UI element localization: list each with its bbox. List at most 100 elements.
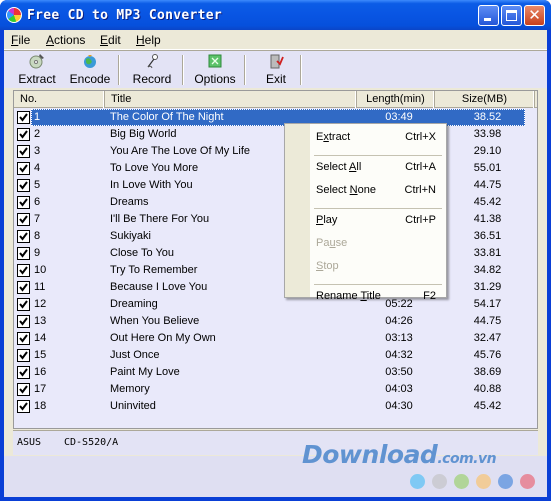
track-checkbox[interactable] [17,179,30,192]
track-row[interactable]: 9 Close To You 33.81 [14,245,537,262]
track-title: Out Here On My Own [110,332,216,344]
close-button[interactable]: ✕ [524,5,545,26]
options-icon [208,54,222,68]
track-list[interactable]: No. Title Length(min) Size(MB) 1 The Colo… [13,90,538,429]
track-checkbox[interactable] [17,230,30,243]
track-row[interactable]: 4 To Love You More 55.01 [14,160,537,177]
title-bar[interactable]: Free CD to MP3 Converter ✕ [0,0,551,30]
toolbar: Extract Encode Record Options Exit [4,50,547,88]
track-checkbox[interactable] [17,213,30,226]
track-checkbox[interactable] [17,349,30,362]
track-number: 7 [34,213,41,225]
column-header-length[interactable]: Length(min) [357,91,435,108]
track-row[interactable]: 8 Sukiyaki 36.51 [14,228,537,245]
context-menu-item-rename-title[interactable]: Rename Title F2 [316,288,440,304]
client-area: File Actions Edit Help Extract Encode Re… [4,30,547,497]
track-number: 12 [34,298,47,310]
maximize-button[interactable] [501,5,522,26]
track-row[interactable]: 16 Paint My Love 03:50 38.69 [14,364,537,381]
exit-button[interactable]: Exit [262,53,290,87]
menu-file[interactable]: File [11,33,30,47]
track-checkbox[interactable] [17,315,30,328]
track-row[interactable]: 14 Out Here On My Own 03:13 32.47 [14,330,537,347]
menu-edit[interactable]: Edit [100,33,121,47]
checkmark-icon [19,317,28,326]
track-row[interactable]: 7 I'll Be There For You 41.38 [14,211,537,228]
context-menu-item-select-all[interactable]: Select All Ctrl+A [316,159,440,175]
track-number: 1 [34,111,41,123]
checkmark-icon [19,215,28,224]
app-window: Free CD to MP3 Converter ✕ File Actions … [0,0,551,501]
track-size: 38.52 [473,111,502,123]
menu-bar: File Actions Edit Help [4,30,547,50]
menu-item-label: Select All [316,161,362,173]
track-checkbox[interactable] [17,400,30,413]
track-row[interactable]: 11 Because I Love You 31.29 [14,279,537,296]
microphone-icon [147,54,158,69]
context-menu-item-pause: Pause [316,235,440,251]
minimize-button[interactable] [478,5,499,26]
track-size: 44.75 [473,315,502,327]
encode-button[interactable]: Encode [66,53,114,87]
watermark-dot [410,474,425,489]
track-checkbox[interactable] [17,281,30,294]
track-checkbox[interactable] [17,128,30,141]
track-title: Sukiyaki [110,230,151,242]
context-menu-item-play[interactable]: Play Ctrl+P [316,212,440,228]
context-menu-gutter [285,124,310,297]
watermark-dot [520,474,535,489]
column-header-title[interactable]: Title [105,91,357,108]
track-checkbox[interactable] [17,366,30,379]
track-row[interactable]: 17 Memory 04:03 40.88 [14,381,537,398]
toolbar-separator [118,55,120,85]
menu-help[interactable]: Help [136,33,161,47]
cd-extract-icon [29,54,44,69]
track-row[interactable]: 12 Dreaming 05:22 54.17 [14,296,537,313]
column-header-size[interactable]: Size(MB) [435,91,535,108]
extract-button[interactable]: Extract [16,53,58,87]
track-checkbox[interactable] [17,264,30,277]
checkmark-icon [19,232,28,241]
track-number: 16 [34,366,47,378]
options-button[interactable]: Options [194,53,236,87]
track-row[interactable]: 1 The Color Of The Night 03:49 38.52 [14,109,537,126]
track-checkbox[interactable] [17,383,30,396]
track-checkbox[interactable] [17,111,30,124]
menu-actions[interactable]: Actions [46,33,85,47]
context-menu-item-extract[interactable]: Extract Ctrl+X [316,129,440,145]
menu-item-label: Extract [316,131,351,143]
toolbar-separator [300,55,302,85]
track-size: 36.51 [473,230,502,242]
track-length: 03:50 [385,366,413,378]
list-header: No. Title Length(min) Size(MB) [14,91,537,108]
track-checkbox[interactable] [17,247,30,260]
context-menu: Extract Ctrl+X Select All Ctrl+A Select None… [284,123,447,302]
track-checkbox[interactable] [17,298,30,311]
track-row[interactable]: 10 Try To Remember 34.82 [14,262,537,279]
watermark-dot [498,474,513,489]
track-row[interactable]: 3 You Are The Love Of My Life 29.10 [14,143,537,160]
track-row[interactable]: 13 When You Believe 04:26 44.75 [14,313,537,330]
track-size: 55.01 [473,162,502,174]
context-menu-separator [314,284,442,285]
track-row[interactable]: 18 Uninvited 04:30 45.42 [14,398,537,415]
maximize-icon [506,10,517,21]
track-row[interactable]: 2 Big Big World 33.98 [14,126,537,143]
menu-item-shortcut: Ctrl+X [405,131,436,143]
column-header-no[interactable]: No. [14,91,105,108]
checkmark-icon [19,368,28,377]
track-checkbox[interactable] [17,145,30,158]
track-checkbox[interactable] [17,162,30,175]
checkmark-icon [19,249,28,258]
context-menu-item-select-none[interactable]: Select None Ctrl+N [316,182,440,198]
track-row[interactable]: 6 Dreams 45.42 [14,194,537,211]
track-checkbox[interactable] [17,332,30,345]
track-row[interactable]: 5 In Love With You 44.75 [14,177,537,194]
track-size: 29.10 [473,145,502,157]
menu-item-shortcut: F2 [423,290,436,302]
checkmark-icon [19,147,28,156]
record-button[interactable]: Record [130,53,174,87]
window-title: Free CD to MP3 Converter [27,8,223,23]
track-checkbox[interactable] [17,196,30,209]
track-row[interactable]: 15 Just Once 04:32 45.76 [14,347,537,364]
